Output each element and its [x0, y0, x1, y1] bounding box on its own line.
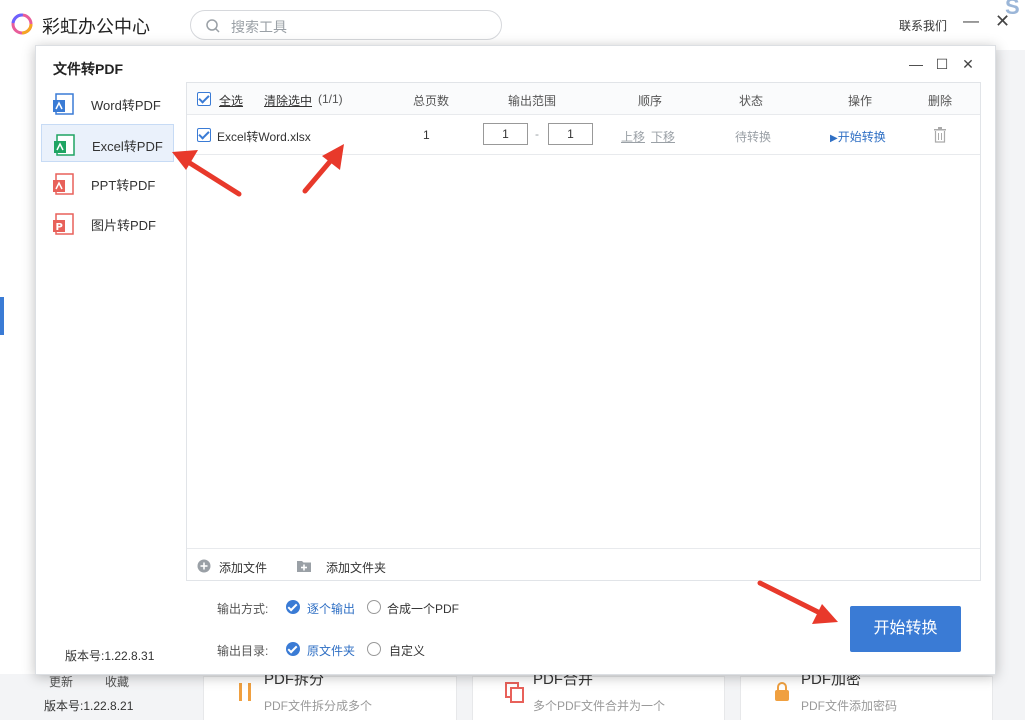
nav-favorites[interactable]: 收藏 [105, 673, 129, 690]
card-desc: PDF文件添加密码 [801, 699, 898, 713]
col-range: 输出范围 [508, 94, 557, 108]
corner-decoration: S [1005, 0, 1020, 19]
app-sidebar [0, 50, 35, 720]
output-mode-label: 输出方式: [217, 602, 269, 616]
search-input[interactable]: 搜索工具 [190, 10, 502, 40]
select-all-link[interactable]: 全选 [219, 92, 243, 109]
add-folder-icon[interactable] [297, 559, 311, 573]
start-convert-button[interactable]: 开始转换 [850, 606, 961, 652]
output-mode-merge-label[interactable]: 合成一个PDF [387, 600, 459, 617]
contact-us-link[interactable]: 联系我们 [899, 17, 947, 34]
trash-icon[interactable] [933, 127, 947, 143]
start-convert-link[interactable]: ▶开始转换 [830, 128, 886, 145]
split-icon [239, 683, 251, 701]
file-list-footer: 添加文件 添加文件夹 [187, 548, 980, 581]
minimize-icon[interactable]: — [908, 56, 924, 72]
page-count: 1 [423, 128, 430, 142]
file-list-panel: 全选 清除选中 (1/1) 总页数 输出范围 顺序 状态 操作 删除 Excel… [186, 82, 981, 581]
output-mode-radio-each[interactable] [286, 600, 300, 614]
app-version: 版本号:1.22.8.21 [44, 699, 134, 713]
output-dir-custom-label[interactable]: 自定义 [389, 642, 425, 659]
search-icon [206, 19, 220, 33]
merge-icon [505, 682, 524, 703]
dialog-version: 版本号:1.22.8.31 [65, 649, 155, 663]
search-placeholder: 搜索工具 [231, 19, 287, 35]
nav-label: PPT转PDF [91, 178, 156, 193]
nav-label: 图片转PDF [91, 218, 157, 233]
card-pdf-split[interactable]: PDF拆分 PDF文件拆分成多个 [203, 671, 457, 720]
play-icon: ▶ [830, 133, 838, 144]
word-pdf-icon [53, 93, 74, 115]
sidebar-active-indicator [0, 297, 4, 335]
minimize-icon[interactable]: — [963, 13, 979, 31]
output-mode-each-label[interactable]: 逐个输出 [307, 600, 355, 617]
output-mode-radio-merge[interactable] [367, 600, 381, 614]
nav-item-excel-to-pdf[interactable]: Excel转PDF [41, 124, 174, 162]
file-to-pdf-dialog: 文件转PDF — ☐ ✕ Word转PDF Excel转PDF PPT转PDF … [35, 45, 996, 675]
row-checkbox[interactable] [197, 128, 211, 142]
select-all-checkbox[interactable] [197, 92, 211, 106]
add-file-button[interactable]: 添加文件 [219, 559, 267, 576]
rainbow-logo-icon [11, 13, 33, 35]
selection-count: (1/1) [318, 92, 343, 106]
nav-item-image-to-pdf[interactable]: P 图片转PDF [41, 204, 174, 242]
move-down-link[interactable]: 下移 [651, 128, 675, 145]
output-dir-radio-original[interactable] [286, 642, 300, 656]
dialog-title: 文件转PDF [53, 61, 123, 77]
range-from-input[interactable]: 1 [483, 123, 528, 145]
maximize-icon[interactable]: ☐ [934, 56, 950, 72]
clear-selection-link[interactable]: 清除选中 [264, 92, 312, 109]
nav-label: Excel转PDF [92, 139, 163, 154]
close-icon[interactable]: ✕ [960, 56, 976, 72]
range-separator: - [535, 127, 539, 141]
image-pdf-icon: P [53, 213, 74, 235]
file-name: Excel转Word.xlsx [217, 130, 311, 144]
card-desc: 多个PDF文件合并为一个 [533, 699, 666, 713]
col-status: 状态 [739, 94, 764, 108]
nav-item-ppt-to-pdf[interactable]: PPT转PDF [41, 164, 174, 202]
ppt-pdf-icon [53, 173, 74, 195]
range-to-input[interactable]: 1 [548, 123, 593, 145]
nav-label: Word转PDF [91, 98, 161, 113]
table-header: 全选 清除选中 (1/1) 总页数 输出范围 顺序 状态 操作 删除 [187, 83, 980, 115]
lock-icon [775, 682, 789, 701]
card-pdf-merge[interactable]: PDF合并 多个PDF文件合并为一个 [472, 671, 725, 720]
col-order: 顺序 [638, 94, 663, 108]
card-desc: PDF文件拆分成多个 [264, 699, 373, 713]
nav-item-word-to-pdf[interactable]: Word转PDF [41, 84, 174, 122]
app-header: 彩虹办公中心 搜索工具 联系我们 — ✕ [0, 0, 1025, 50]
move-up-link[interactable]: 上移 [621, 128, 645, 145]
start-convert-label: 开始转换 [837, 130, 886, 144]
add-file-icon[interactable] [197, 559, 211, 573]
nav-update[interactable]: 更新 [49, 673, 73, 690]
app-title: 彩虹办公中心 [42, 17, 150, 37]
table-row: Excel转Word.xlsx 1 1 - 1 上移 下移 待转换 ▶开始转换 [187, 115, 980, 155]
output-dir-label: 输出目录: [217, 644, 269, 658]
svg-text:P: P [56, 222, 63, 233]
col-action: 操作 [848, 94, 873, 108]
card-pdf-encrypt[interactable]: PDF加密 PDF文件添加密码 [740, 671, 993, 720]
status-text: 待转换 [735, 130, 772, 144]
excel-pdf-icon [54, 134, 75, 156]
output-dir-original-label[interactable]: 原文件夹 [307, 642, 355, 659]
col-pages: 总页数 [413, 94, 450, 108]
add-folder-button[interactable]: 添加文件夹 [326, 559, 386, 576]
col-delete: 删除 [928, 94, 953, 108]
output-dir-radio-custom[interactable] [367, 642, 381, 656]
